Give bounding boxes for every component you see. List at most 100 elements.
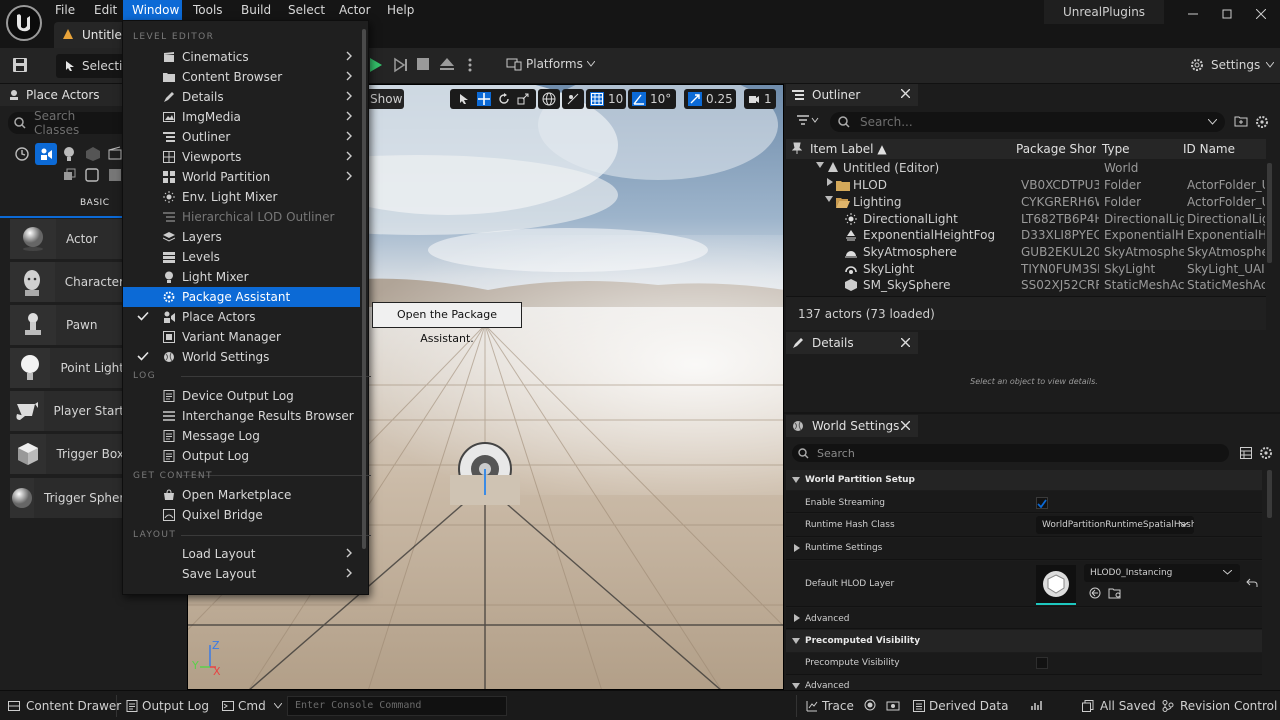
menu-item-quixel-bridge[interactable]: Quixel Bridge — [123, 505, 360, 525]
close-icon[interactable] — [901, 338, 910, 347]
actor-item-trigger-box[interactable]: Trigger Box — [10, 434, 124, 474]
scale-snap-toggle[interactable]: 0.25 — [684, 89, 736, 109]
output-log-button[interactable]: Output Log — [126, 699, 209, 713]
column-type[interactable]: Type — [1102, 142, 1130, 156]
table-row[interactable]: HLOD VB0XCDTPU3k Folder ActorFolder_UI — [786, 178, 1266, 195]
table-row[interactable]: SM_SkySphere SS02XJ52CRR StaticMeshActo … — [786, 278, 1266, 295]
menu-item-interchange-results-browser[interactable]: Interchange Results Browser — [123, 406, 360, 426]
eject-icon[interactable] — [439, 57, 455, 71]
property-row[interactable] — [786, 608, 1262, 629]
shapes-category-icon[interactable] — [85, 146, 101, 162]
content-drawer-button[interactable]: Content Drawer — [8, 699, 121, 713]
outliner-search-input[interactable]: Search... — [830, 112, 1225, 132]
add-folder-icon[interactable] — [1234, 115, 1248, 127]
expand-arrow-icon[interactable] — [825, 195, 833, 203]
browse-folder-icon[interactable] — [1108, 587, 1122, 599]
close-icon[interactable] — [901, 421, 910, 430]
menu-window[interactable]: Window — [123, 0, 182, 20]
table-row[interactable]: ExponentialHeightFog D33XLI8PYECF Expone… — [786, 228, 1266, 245]
menu-item-output-log[interactable]: Output Log — [123, 446, 360, 466]
close-window-icon[interactable] — [1244, 0, 1278, 28]
column-item-label[interactable]: Item Label ▲ — [810, 142, 887, 156]
menu-item-save-layout[interactable]: Save Layout — [123, 564, 360, 584]
browse-arrow-icon[interactable] — [1088, 587, 1102, 599]
world-settings-tab[interactable]: World Settings — [786, 415, 918, 437]
search-classes-input[interactable]: Search Classes — [8, 109, 122, 137]
menu-item-cinematics[interactable]: Cinematics — [123, 47, 360, 67]
enable-streaming-checkbox[interactable] — [1036, 497, 1048, 509]
cinematic-category-icon[interactable] — [108, 146, 122, 160]
gear-icon[interactable] — [1259, 446, 1273, 460]
grid-snap-toggle[interactable]: 10 — [586, 89, 626, 109]
cmd-button[interactable]: Cmd — [222, 699, 282, 713]
table-row[interactable]: DirectionalLight LT682TB6P4HS Directiona… — [786, 212, 1266, 229]
menu-item-world-settings[interactable]: World Settings — [123, 347, 360, 367]
menu-item-hierarchical-lod-outliner[interactable]: Hierarchical LOD Outliner — [123, 207, 360, 227]
lights-category-icon[interactable] — [62, 146, 76, 162]
menu-file[interactable]: File — [46, 0, 84, 20]
all-saved-button[interactable]: All Saved — [1082, 699, 1156, 713]
translate-tool-icon[interactable] — [476, 92, 491, 106]
derived-data-button[interactable]: Derived Data — [913, 699, 1008, 713]
camera-capture-icon[interactable] — [886, 699, 900, 711]
runtime-hash-dropdown[interactable]: WorldPartitionRuntimeSpatialHash — [1036, 516, 1194, 534]
column-package-short[interactable]: Package Short I — [1016, 142, 1096, 156]
scale-tool-icon[interactable] — [517, 93, 529, 105]
expand-arrow-icon[interactable] — [792, 682, 800, 690]
menu-tools[interactable]: Tools — [184, 0, 232, 20]
menu-item-details[interactable]: Details — [123, 87, 360, 107]
play-icon[interactable] — [369, 57, 383, 73]
step-icon[interactable] — [393, 57, 409, 73]
menu-edit[interactable]: Edit — [85, 0, 126, 20]
collapsed-arrow-icon[interactable] — [793, 614, 801, 622]
menu-item-place-actors[interactable]: Place Actors — [123, 307, 360, 327]
show-button[interactable]: Show — [366, 89, 404, 109]
rotate-tool-icon[interactable] — [498, 93, 510, 105]
expand-arrow-icon[interactable] — [792, 476, 800, 484]
table-row[interactable]: SkyAtmosphere GUB2EKUL20C SkyAtmospher S… — [786, 245, 1266, 262]
precompute-visibility-checkbox[interactable] — [1036, 657, 1048, 669]
world-settings-search-input[interactable]: Search — [792, 444, 1229, 462]
menu-item-package-assistant[interactable]: Package Assistant — [123, 287, 360, 307]
actor-item-point-light[interactable]: Point Light — [10, 348, 124, 388]
basic-category-icon[interactable] — [35, 143, 57, 165]
default-hlod-dropdown[interactable]: HLOD0_Instancing — [1084, 564, 1240, 582]
menu-item-device-output-log[interactable]: Device Output Log — [123, 386, 360, 406]
actor-item-trigger-sphere[interactable]: Trigger Sphere — [10, 478, 131, 518]
place-actors-tab[interactable]: Place Actors — [0, 84, 122, 106]
expand-arrow-icon[interactable] — [816, 161, 824, 169]
visual-effects-icon[interactable] — [62, 168, 76, 182]
menu-select[interactable]: Select — [279, 0, 334, 20]
filter-icon[interactable] — [796, 114, 820, 126]
camera-speed-button[interactable]: 1 — [744, 89, 776, 109]
settings-button[interactable]: Settings — [1189, 57, 1275, 73]
platforms-button[interactable]: Platforms — [506, 57, 595, 71]
world-space-icon[interactable] — [538, 89, 560, 109]
pin-icon[interactable] — [792, 142, 802, 154]
menu-build[interactable]: Build — [232, 0, 280, 20]
hlod-thumbnail[interactable] — [1036, 565, 1076, 605]
menu-help[interactable]: Help — [378, 0, 423, 20]
gear-icon[interactable] — [1255, 115, 1269, 129]
menu-actor[interactable]: Actor — [330, 0, 380, 20]
geometry-icon[interactable] — [85, 168, 99, 182]
menu-item-env-light-mixer[interactable]: Env. Light Mixer — [123, 187, 360, 207]
outliner-scrollbar[interactable] — [1267, 163, 1272, 263]
details-tab[interactable]: Details — [786, 332, 918, 354]
reset-arrow-icon[interactable] — [1246, 578, 1258, 588]
close-icon[interactable] — [901, 89, 910, 98]
collapsed-arrow-icon[interactable] — [826, 178, 834, 186]
trace-button[interactable]: Trace — [806, 699, 854, 713]
table-row[interactable]: SkyLight TIYN0FUM3SH SkyLight SkyLight_U… — [786, 262, 1266, 279]
menu-item-world-partition[interactable]: World Partition — [123, 167, 360, 187]
menu-item-message-log[interactable]: Message Log — [123, 426, 360, 446]
actor-item-player-start[interactable]: Player Start — [10, 391, 124, 431]
actor-item-pawn[interactable]: Pawn — [10, 305, 124, 345]
stats-icon[interactable] — [1031, 699, 1043, 711]
menu-item-layers[interactable]: Layers — [123, 227, 360, 247]
actor-item-character[interactable]: Character — [10, 262, 124, 302]
menu-item-load-layout[interactable]: Load Layout — [123, 544, 360, 564]
rotation-snap-toggle[interactable]: 10° — [628, 89, 676, 109]
maximize-icon[interactable] — [1210, 0, 1244, 28]
table-row[interactable]: Lighting CYKGRERH6W8 Folder ActorFolder_… — [786, 195, 1266, 212]
